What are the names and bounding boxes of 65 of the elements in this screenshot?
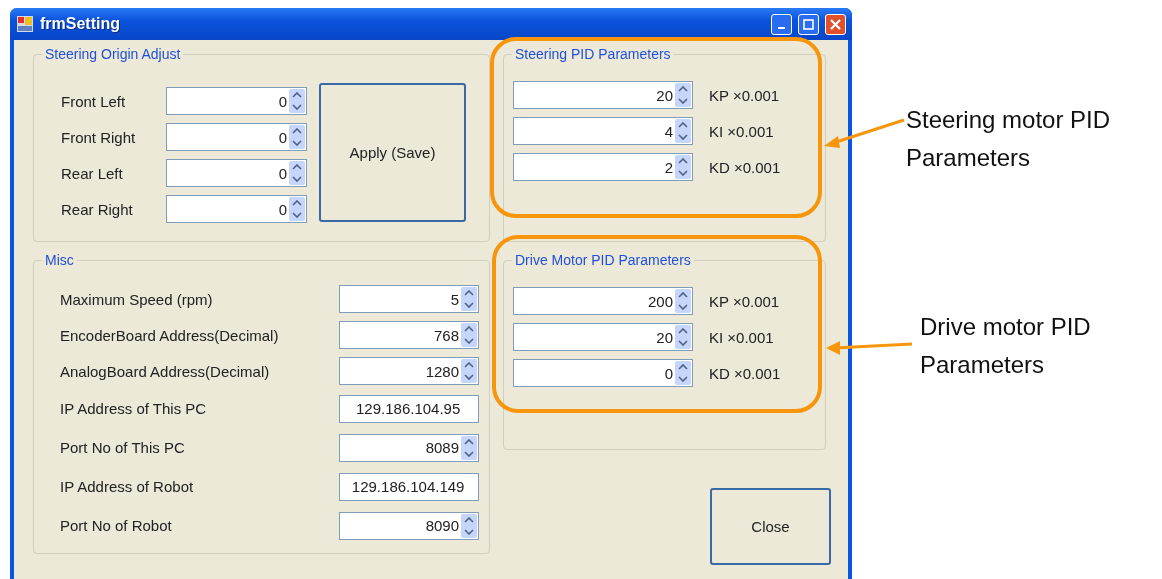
text-field[interactable]: 129.186.104.95 — [339, 394, 479, 423]
field-label: Front Left — [61, 92, 127, 110]
number-spin-field[interactable]: 5 — [339, 285, 479, 313]
number-spin-field[interactable]: 768 — [339, 321, 479, 349]
spinner-arrows-icon[interactable] — [461, 513, 477, 538]
number-spin-field[interactable]: 200 — [513, 287, 693, 315]
maximize-icon — [803, 18, 814, 30]
spinner-arrows-icon[interactable] — [461, 323, 477, 347]
apply-save-button[interactable]: Apply (Save) — [319, 83, 466, 222]
unit-label: KI ×0.001 — [709, 122, 774, 140]
window-title: frmSetting — [40, 15, 121, 33]
unit-label: KP ×0.001 — [709, 86, 780, 104]
unit-label: KI ×0.001 — [709, 328, 774, 346]
spinner-arrows-icon[interactable] — [675, 289, 691, 313]
spinner-arrows-icon[interactable] — [289, 89, 305, 113]
number-spin-field[interactable]: 20 — [513, 323, 693, 351]
minimize-button[interactable] — [771, 13, 792, 35]
field-label: Rear Left — [61, 164, 124, 182]
number-spin-field[interactable]: 20 — [513, 81, 693, 109]
group-title: Steering Origin Adjust — [42, 46, 184, 62]
close-window-button[interactable] — [825, 13, 846, 35]
field-label: AnalogBoard Address(Decimal) — [60, 362, 271, 380]
close-icon — [830, 18, 841, 30]
spinner-arrows-icon[interactable] — [289, 161, 305, 185]
number-spin-field[interactable]: 8090 — [339, 511, 479, 540]
field-label: IP Address of This PC — [60, 400, 208, 417]
spinner-arrows-icon[interactable] — [675, 83, 691, 107]
group-title: Misc — [42, 252, 77, 268]
unit-label: KP ×0.001 — [709, 292, 780, 310]
group-title: Drive Motor PID Parameters — [512, 252, 694, 268]
spinner-arrows-icon[interactable] — [461, 435, 477, 460]
number-spin-field[interactable]: 0 — [166, 123, 307, 151]
unit-label: KD ×0.001 — [709, 364, 781, 382]
field-label: Maximum Speed (rpm) — [60, 290, 214, 308]
spinner-arrows-icon[interactable] — [461, 359, 477, 383]
field-label: Rear Right — [61, 200, 134, 218]
number-spin-field[interactable]: 0 — [166, 195, 307, 223]
field-label: EncoderBoard Address(Decimal) — [60, 326, 280, 344]
unit-label: KD ×0.001 — [709, 158, 781, 176]
number-spin-field[interactable]: 0 — [166, 159, 307, 187]
number-spin-field[interactable]: 0 — [166, 87, 307, 115]
spinner-arrows-icon[interactable] — [461, 287, 477, 311]
spinner-arrows-icon[interactable] — [675, 155, 691, 179]
annotation-text: Drive motor PID Parameters — [920, 312, 1092, 380]
field-label: IP Address of Robot — [60, 478, 195, 495]
maximize-button[interactable] — [798, 13, 819, 35]
app-icon — [16, 15, 34, 33]
spinner-arrows-icon[interactable] — [289, 197, 305, 221]
field-label: Front Right — [61, 128, 137, 146]
spinner-arrows-icon[interactable] — [675, 325, 691, 349]
field-label: Port No of Robot — [60, 517, 173, 534]
spinner-arrows-icon[interactable] — [675, 361, 691, 385]
group-title: Steering PID Parameters — [512, 46, 674, 62]
number-spin-field[interactable]: 8089 — [339, 433, 479, 462]
number-spin-field[interactable]: 4 — [513, 117, 693, 145]
minimize-icon — [778, 27, 785, 29]
close-button[interactable]: Close — [710, 488, 831, 565]
number-spin-field[interactable]: 0 — [513, 359, 693, 387]
annotation-text: Steering motor PID Parameters — [906, 105, 1112, 173]
spinner-arrows-icon[interactable] — [289, 125, 305, 149]
number-spin-field[interactable]: 2 — [513, 153, 693, 181]
spinner-arrows-icon[interactable] — [675, 119, 691, 143]
field-label: Port No of This PC — [60, 439, 186, 456]
text-field[interactable]: 129.186.104.149 — [339, 472, 479, 501]
number-spin-field[interactable]: 1280 — [339, 357, 479, 385]
